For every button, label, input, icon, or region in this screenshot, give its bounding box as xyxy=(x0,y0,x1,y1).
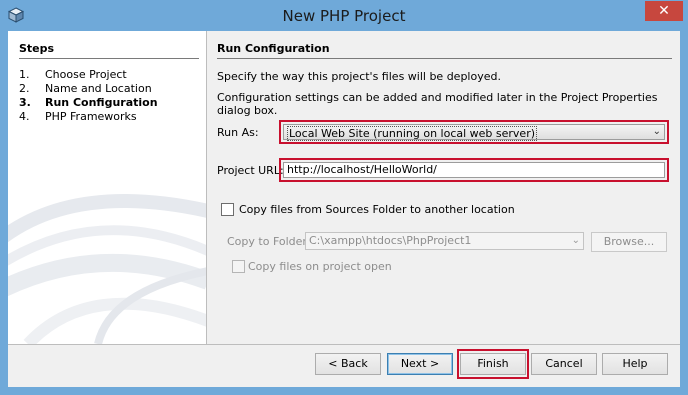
dialog-window: New PHP Project ✕ Steps 1. Choose Project… xyxy=(0,0,688,395)
project-url-label: Project URL: xyxy=(217,164,284,177)
description-line-2: Configuration settings can be added and … xyxy=(217,91,658,117)
back-button[interactable]: < Back xyxy=(315,353,381,375)
steps-title: Steps xyxy=(19,42,55,55)
step-label: Choose Project xyxy=(45,68,127,81)
run-as-label: Run As: xyxy=(217,126,259,139)
next-button[interactable]: Next > xyxy=(387,353,453,375)
step-label: Run Configuration xyxy=(45,96,158,109)
decorative-swoosh-graphic xyxy=(8,194,206,344)
dialog-content: Steps 1. Choose Project 2. Name and Locati… xyxy=(8,31,680,387)
copy-files-label[interactable]: Copy files from Sources Folder to anothe… xyxy=(239,203,515,216)
copy-to-folder-value: C:\xampp\htdocs\PhpProject1 xyxy=(309,234,472,247)
project-url-input[interactable]: http://localhost/HelloWorld/ xyxy=(283,162,665,178)
run-as-value: Local Web Site (running on local web ser… xyxy=(287,126,538,141)
copy-to-folder-label: Copy to Folder: xyxy=(227,235,311,248)
step-label: Name and Location xyxy=(45,82,152,95)
step-label: PHP Frameworks xyxy=(45,110,137,123)
chevron-down-icon: ⌄ xyxy=(571,235,580,246)
close-icon: ✕ xyxy=(658,3,670,19)
copy-on-open-checkbox[interactable] xyxy=(232,260,245,273)
cancel-button[interactable]: Cancel xyxy=(531,353,597,375)
steps-divider xyxy=(19,58,199,59)
help-button[interactable]: Help xyxy=(602,353,668,375)
copy-to-folder-combo[interactable]: C:\xampp\htdocs\PhpProject1 ⌄ xyxy=(305,232,584,250)
step-item: 4. PHP Frameworks xyxy=(19,110,137,123)
finish-button[interactable]: Finish xyxy=(460,353,526,375)
step-item: 1. Choose Project xyxy=(19,68,127,81)
description-line-1: Specify the way this project's files wil… xyxy=(217,70,501,83)
project-url-highlight: http://localhost/HelloWorld/ xyxy=(279,158,669,182)
window-title: New PHP Project xyxy=(282,7,406,25)
copy-files-checkbox[interactable] xyxy=(221,203,234,216)
close-button[interactable]: ✕ xyxy=(645,1,683,21)
run-as-highlight: Local Web Site (running on local web ser… xyxy=(279,120,669,144)
steps-list: 1. Choose Project 2. Name and Location 3. R… xyxy=(19,68,158,124)
step-item-active: 3. Run Configuration xyxy=(19,96,158,109)
section-divider xyxy=(217,58,672,59)
button-bar-divider xyxy=(8,344,680,345)
run-as-dropdown[interactable]: Local Web Site (running on local web ser… xyxy=(283,124,665,141)
title-bar[interactable]: New PHP Project ✕ xyxy=(0,0,688,31)
step-item: 2. Name and Location xyxy=(19,82,152,95)
section-title: Run Configuration xyxy=(217,42,330,55)
steps-panel: Steps 1. Choose Project 2. Name and Locati… xyxy=(8,31,207,344)
chevron-down-icon: ⌄ xyxy=(652,126,661,137)
browse-button[interactable]: Browse... xyxy=(591,232,667,252)
copy-on-open-label: Copy files on project open xyxy=(248,260,392,273)
